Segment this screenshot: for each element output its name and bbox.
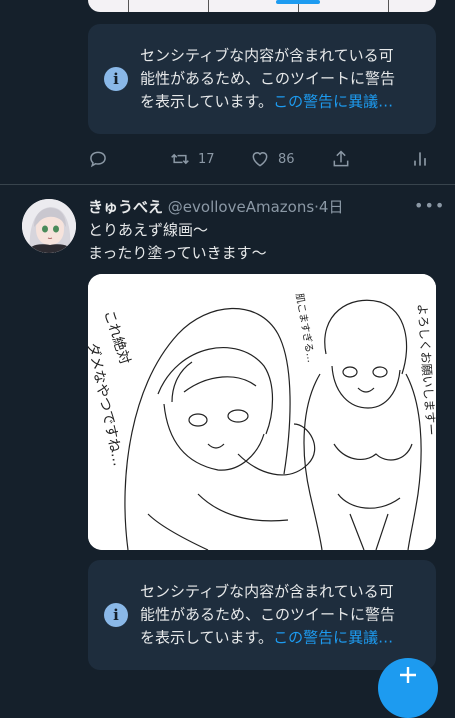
warning-line-1: センシティブな内容が含まれている可: [140, 582, 394, 601]
like-button[interactable]: 86: [250, 146, 295, 172]
tweet-divider: [0, 184, 455, 185]
heart-icon: [252, 152, 268, 167]
share-icon: [333, 150, 349, 167]
sensitive-content-warning[interactable]: i センシティブな内容が含まれている可 能性があるため、このツイートに警告 を表…: [88, 24, 436, 134]
warning-line-2: 能性があるため、このツイートに警告: [140, 605, 396, 624]
retweet-count: 17: [198, 151, 215, 167]
analytics-button[interactable]: [410, 146, 430, 172]
analytics-icon: [414, 152, 426, 166]
display-name[interactable]: きゅうべえ: [88, 198, 163, 216]
warning-line-2: 能性があるため、このツイートに警告: [140, 69, 396, 88]
like-count: 86: [278, 151, 295, 167]
more-icon[interactable]: •••: [414, 196, 445, 215]
tweet-text: とりあえず線画〜 まったり塗っていきます〜: [88, 219, 267, 265]
user-handle[interactable]: @evolloveAmazons: [168, 198, 314, 216]
warning-line-1: センシティブな内容が含まれている可: [140, 46, 394, 65]
tweet-text-line-1: とりあえず線画〜: [88, 221, 209, 239]
tweet-timestamp[interactable]: 4日: [319, 198, 344, 216]
tweet-text-line-2: まったり塗っていきます〜: [88, 244, 267, 262]
reply-icon: [90, 151, 106, 168]
sensitive-content-warning-2[interactable]: i センシティブな内容が含まれている可 能性があるため、このツイートに警告 を表…: [88, 560, 436, 670]
warning-line-3: を表示しています。: [140, 628, 274, 647]
tweet-media-image[interactable]: これ絶対 ダメなやつですね… 肌こますぎる… よろしくお願いしますー: [88, 274, 436, 550]
dispute-warning-link[interactable]: この警告に異議…: [273, 93, 393, 111]
media-scroll-indicator: [276, 0, 320, 4]
retweet-icon: [171, 153, 189, 165]
tweet-header: きゅうべえ @evolloveAmazons·4日: [88, 196, 343, 217]
compose-icon: [400, 667, 416, 683]
tweet-action-bar: 17 86: [88, 146, 436, 172]
info-icon: i: [104, 603, 128, 627]
info-icon: i: [104, 67, 128, 91]
share-button[interactable]: [331, 146, 351, 172]
warning-line-3: を表示しています。: [140, 92, 274, 111]
previous-tweet-media[interactable]: [88, 0, 436, 12]
reply-button[interactable]: [88, 146, 108, 172]
retweet-button[interactable]: 17: [170, 146, 215, 172]
dispute-warning-link[interactable]: この警告に異議…: [273, 629, 393, 647]
compose-tweet-button[interactable]: [378, 658, 438, 718]
avatar[interactable]: [22, 199, 76, 253]
